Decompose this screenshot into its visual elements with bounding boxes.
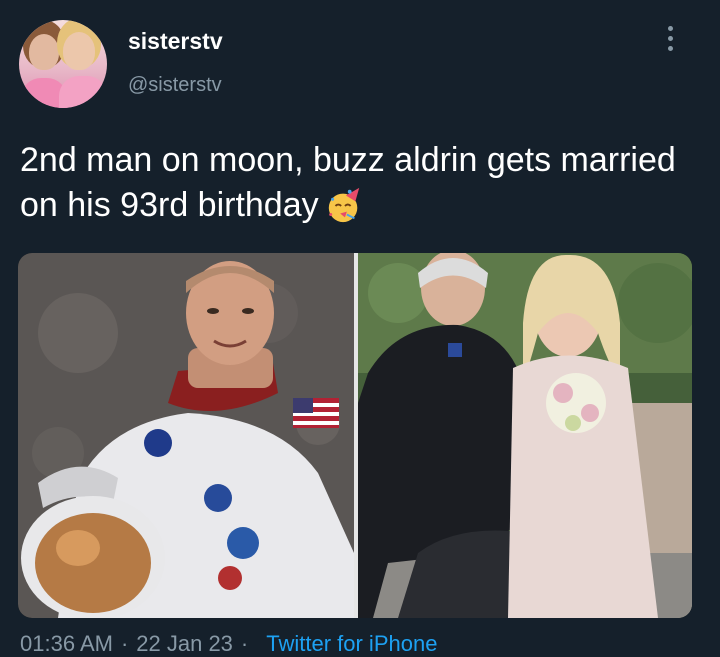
tweet-source-link[interactable]: Twitter for iPhone	[266, 631, 437, 656]
more-options-icon[interactable]	[663, 26, 677, 58]
tweet-time[interactable]: 01:36 AM	[20, 631, 113, 656]
user-handle[interactable]: @sisterstv	[128, 74, 222, 97]
partying-face-icon	[328, 187, 359, 223]
display-name[interactable]: sisterstv	[128, 28, 223, 55]
tweet-metadata: 01:36 AM · 22 Jan 23 · Twitter for iPhone	[20, 631, 438, 656]
avatar[interactable]	[19, 20, 107, 108]
media-gallery[interactable]	[18, 253, 692, 618]
tweet-card: sisterstv @sisterstv 2nd man on moon, bu…	[0, 0, 720, 656]
tweet-text: 2nd man on moon, buzz aldrin gets marrie…	[20, 138, 690, 228]
photo-astronaut[interactable]	[18, 253, 354, 618]
photo-wedding[interactable]	[358, 253, 692, 618]
tweet-date[interactable]: 22 Jan 23	[136, 631, 233, 656]
